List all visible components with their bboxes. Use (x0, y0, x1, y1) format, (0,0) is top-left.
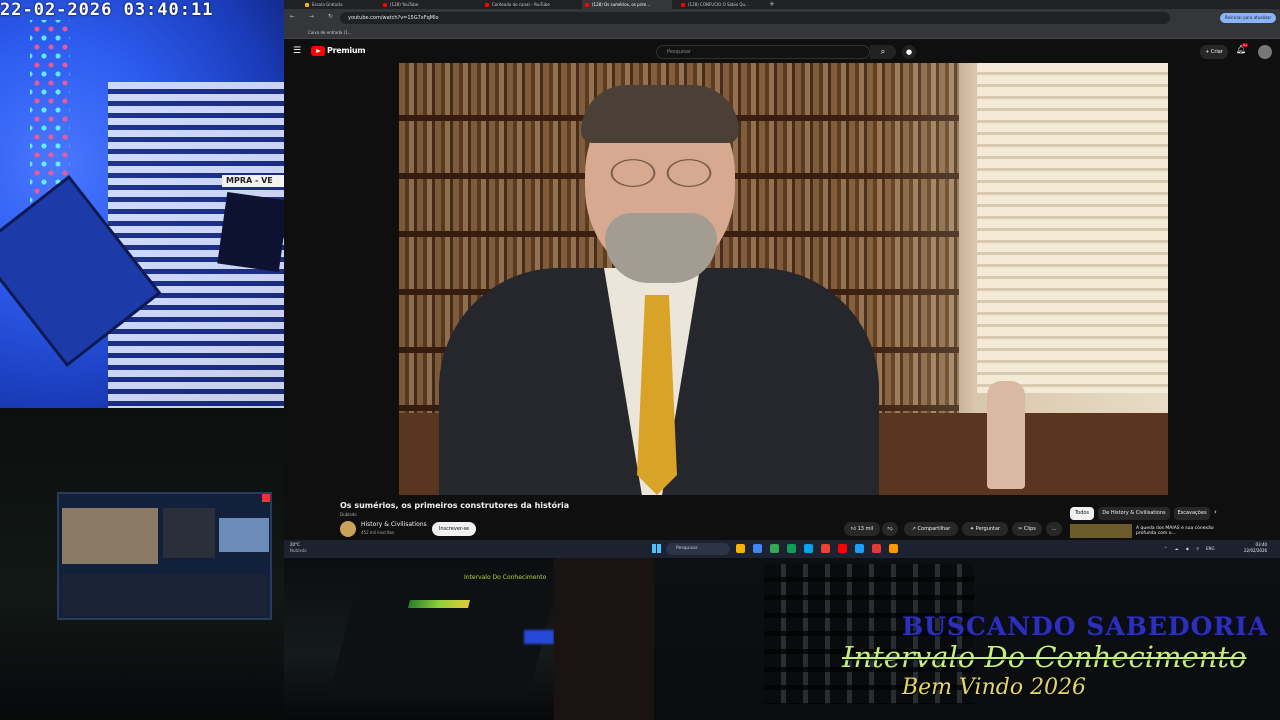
taskbar-app-icon[interactable] (889, 544, 898, 553)
more-actions-button[interactable]: ... (1046, 522, 1062, 536)
channel-avatar[interactable] (340, 521, 356, 537)
weather-desc: Nublado (290, 548, 307, 553)
taskbar-search[interactable]: Pesquisar (666, 543, 730, 555)
user-avatar[interactable] (1258, 45, 1272, 59)
video-player[interactable] (399, 63, 1168, 495)
tab-favicon-icon (485, 2, 489, 7)
browser-tab[interactable]: (128) CONFUCIO O Sábio Qu... (678, 0, 760, 9)
blue-light (524, 630, 554, 644)
tab-favicon-icon (585, 2, 589, 7)
webcam-bottom-feed (0, 408, 284, 720)
recommendation-title[interactable]: A queda dos MAIAS e sua conexão profunda… (1136, 526, 1216, 536)
tv-screen (217, 192, 284, 272)
overlay-subtitle: Intervalo Do Conhecimento (842, 640, 1247, 674)
taskbar-app-icon[interactable] (770, 544, 779, 553)
overlay-welcome: Bem Vindo 2026 (902, 675, 1087, 700)
statue-figure (987, 381, 1025, 489)
ask-button[interactable]: ✦ Perguntar (962, 522, 1008, 536)
taskbar-app-icon[interactable] (753, 544, 762, 553)
subscribe-button[interactable]: Inscrever-se (432, 522, 476, 536)
browser-tab[interactable]: Escola Gratuita (302, 0, 370, 9)
taskbar-app-icon[interactable] (787, 544, 796, 553)
browser-tab[interactable]: (128) YouTube (380, 0, 470, 9)
browser-tab-bar: Escola Gratuita (128) YouTube Conteúdo d… (284, 0, 1280, 9)
chip-channel[interactable]: De History & Civilisations (1098, 507, 1170, 520)
search-icon[interactable]: ⌕ (870, 45, 896, 59)
video-title: Os sumérios, os primeiros construtores d… (340, 501, 570, 510)
taskbar-app-icon[interactable] (872, 544, 881, 553)
recommendation-thumbnail[interactable] (1070, 524, 1132, 538)
windows-start-icon[interactable] (652, 544, 661, 553)
hamburger-menu-icon[interactable]: ☰ (293, 46, 301, 56)
subscriber-count: 452 mil inscritos (361, 530, 395, 535)
youtube-logo-icon[interactable] (311, 46, 325, 56)
wall-shadow (554, 558, 654, 720)
bookmark-item[interactable]: Caixa de entrada (1... (308, 30, 352, 35)
clips-button[interactable]: ✂ Clips (1012, 522, 1042, 536)
screen-capture: Escola Gratuita (128) YouTube Conteúdo d… (284, 0, 1280, 558)
taskbar-app-icon[interactable] (838, 544, 847, 553)
chip-all[interactable]: Todos (1070, 507, 1094, 520)
share-button[interactable]: ↗ Compartilhar (904, 522, 958, 536)
thumbs-down-icon: 👎︎ (887, 526, 893, 532)
taskbar-app-icon[interactable] (821, 544, 830, 553)
dub-label: Dublado (340, 512, 357, 517)
youtube-premium-label[interactable]: Premium (327, 46, 366, 55)
relaunch-button[interactable]: Reiniciar para atualizar (1220, 13, 1276, 23)
url-field[interactable]: youtube.com/watch?v=15G7xFqMlo (340, 12, 1170, 24)
taskbar-clock[interactable]: 03:40 22/02/2026 (1244, 542, 1267, 554)
webcam-top-feed: MPRA - VE (0, 0, 284, 408)
dislike-button[interactable]: 👎︎ (882, 522, 898, 536)
new-tab-button[interactable]: + (766, 0, 778, 9)
windows-taskbar (284, 540, 1280, 558)
tab-favicon-icon (681, 2, 685, 7)
bookmark-bar: Caixa de entrada (1... (284, 27, 1280, 39)
studio-desk-feed: Intervalo Do Conhecimento (284, 558, 554, 720)
like-button[interactable]: 👍︎ 13 mil (844, 522, 880, 536)
system-tray-icon[interactable]: ^ ☁ ◆ ⚲ (1164, 546, 1202, 551)
monitor-text: Intervalo Do Conhecimento (464, 574, 547, 581)
speaker-glasses (605, 158, 717, 188)
chevron-right-icon[interactable]: › (1214, 508, 1217, 516)
channel-name[interactable]: History & Civilisations (361, 521, 427, 528)
overlay-title: BUSCANDO SABEDORIA (902, 612, 1269, 641)
speaker-hair (581, 85, 739, 143)
browser-tab[interactable]: Conteúdo do canal - YouTube (482, 0, 570, 9)
browser-tab-active[interactable]: (128) Os sumérios, os prim... (582, 0, 672, 9)
level-meter (408, 600, 470, 608)
taskbar-app-icon[interactable] (855, 544, 864, 553)
microphone-icon[interactable]: ● (902, 45, 916, 59)
tab-favicon-icon (383, 2, 387, 7)
youtube-search-input[interactable]: Pesquisar (656, 45, 870, 59)
thumbs-up-icon: 👍︎ (850, 526, 858, 532)
tab-favicon-icon (305, 2, 309, 7)
language-indicator[interactable]: ENG (1206, 546, 1215, 551)
taskbar-app-icon[interactable] (736, 544, 745, 553)
wall-sign: MPRA - VE (222, 175, 284, 187)
chip-excavations[interactable]: Escavações (1174, 507, 1210, 520)
nav-back-forward-reload-icon[interactable]: ← → ↻ (290, 13, 339, 20)
weather-temp[interactable]: 20°C (290, 542, 300, 547)
speaker-beard (605, 213, 717, 283)
taskbar-app-icon[interactable] (804, 544, 813, 553)
audio-mixer (329, 576, 554, 696)
monitor-in-feed (57, 492, 272, 620)
window-shade (977, 63, 1168, 393)
webcam-timestamp: 22-02-2026 03:40:11 (0, 0, 214, 20)
create-button[interactable]: + Criar (1200, 45, 1228, 59)
